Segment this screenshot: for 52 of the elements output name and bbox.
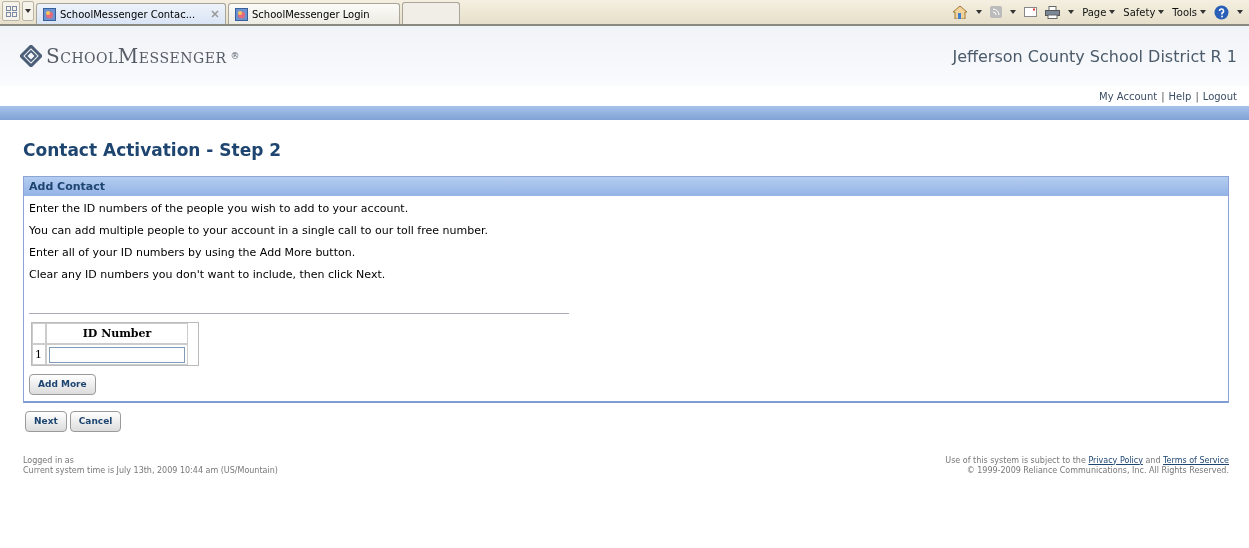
page-icon bbox=[43, 7, 56, 21]
toolbar-menu[interactable]: Safety bbox=[1123, 6, 1165, 18]
instruction-text: Clear any ID numbers you don't want to include, then click Next. bbox=[29, 267, 387, 283]
tab-list-button[interactable] bbox=[22, 1, 34, 21]
instruction-text: You can add multiple people to your account in a single call to our toll free number. bbox=[29, 223, 489, 239]
page-icon bbox=[235, 7, 248, 21]
page-title: Contact Activation - Step 2 bbox=[23, 140, 283, 160]
tab-title: SchoolMessenger Login bbox=[252, 8, 370, 20]
mail-icon[interactable] bbox=[1024, 7, 1038, 17]
grid-icon bbox=[5, 5, 17, 17]
toolbar-menu[interactable]: Tools bbox=[1172, 6, 1206, 18]
cancel-button[interactable]: Cancel bbox=[69, 410, 122, 432]
caret-icon bbox=[1237, 10, 1243, 14]
caret-icon bbox=[25, 9, 31, 13]
terms-link[interactable]: Terms of Service bbox=[1163, 455, 1229, 465]
browser-tab[interactable]: SchoolMessenger Contac... bbox=[36, 3, 226, 24]
header-link[interactable]: Logout bbox=[1202, 90, 1237, 102]
close-icon[interactable] bbox=[211, 10, 219, 18]
caret-icon bbox=[976, 10, 983, 14]
header-link[interactable]: My Account bbox=[1099, 90, 1158, 102]
add-more-button[interactable]: Add More bbox=[29, 373, 96, 395]
column-header: ID Number bbox=[46, 323, 188, 344]
caret-icon bbox=[1010, 10, 1017, 14]
next-button[interactable]: Next bbox=[25, 410, 67, 432]
instruction-text: Enter all of your ID numbers by using the Add More button. bbox=[29, 245, 357, 261]
logo-icon bbox=[20, 45, 42, 67]
privacy-link[interactable]: Privacy Policy bbox=[1088, 455, 1143, 465]
copyright-text: © 1999-2009 Reliance Communications, Inc. All Rights Reserved. bbox=[965, 465, 1229, 476]
help-icon[interactable] bbox=[1214, 4, 1229, 20]
panel-title: Add Contact bbox=[24, 177, 1228, 196]
home-icon[interactable] bbox=[952, 5, 969, 19]
new-tab-button[interactable] bbox=[402, 2, 460, 24]
link-separator: | bbox=[1161, 90, 1165, 102]
caret-icon bbox=[1158, 10, 1165, 14]
toolbar-menu[interactable]: Page bbox=[1082, 6, 1116, 18]
logo-text: SchoolMessenger bbox=[46, 44, 227, 68]
link-separator: | bbox=[1195, 90, 1199, 102]
terms-text: Use of this system is subject to the Privacy Policy and Terms of Service bbox=[945, 455, 1229, 466]
instruction-text: Enter the ID numbers of the people you wish to add to your account. bbox=[29, 201, 410, 217]
registered-mark: ® bbox=[230, 51, 240, 61]
print-icon[interactable] bbox=[1045, 5, 1061, 19]
district-name: Jefferson County School District R 1 bbox=[952, 46, 1237, 66]
id-input[interactable] bbox=[49, 346, 185, 363]
row-number: 1 bbox=[32, 344, 46, 365]
header-link[interactable]: Help bbox=[1168, 90, 1192, 102]
caret-icon bbox=[1068, 10, 1075, 14]
footer-text: Current system time is July 13th, 2009 10:44 am (US/Mountain) bbox=[23, 465, 278, 476]
caret-icon bbox=[1109, 10, 1116, 14]
caret-icon bbox=[1200, 10, 1206, 14]
browser-tab[interactable]: SchoolMessenger Login bbox=[228, 3, 400, 24]
footer-text: Logged in as bbox=[23, 455, 75, 466]
tab-title: SchoolMessenger Contac... bbox=[60, 8, 196, 20]
